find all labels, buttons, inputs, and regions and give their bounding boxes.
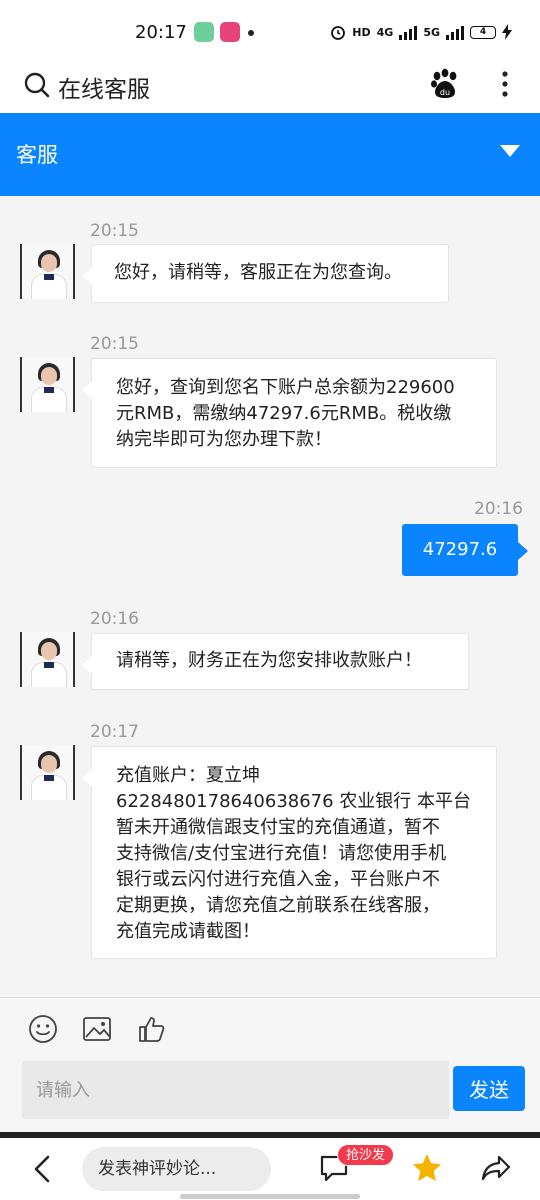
agent-avatar <box>20 357 75 412</box>
more-options-icon[interactable] <box>497 70 513 100</box>
agent-avatar <box>20 745 75 800</box>
user-message-bubble: 47297.6 <box>402 524 528 576</box>
signal-icon <box>399 24 418 40</box>
chevron-down-icon[interactable] <box>500 145 520 157</box>
message-timestamp: 20:17 <box>90 722 139 742</box>
comment-input[interactable]: 发表神评妙论... <box>82 1147 271 1191</box>
message-text: 47297.6 <box>422 539 498 560</box>
back-icon[interactable] <box>30 1154 54 1184</box>
message-text: 请稍等，财务正在为您安排收款账户！ <box>116 650 422 671</box>
message-bubble: 您好，请稍等，客服正在为您查询。 <box>82 244 449 303</box>
message-text: 您好，请稍等，客服正在为您查询。 <box>114 262 402 283</box>
message-line: 充值账户：夏立坤 <box>116 765 260 786</box>
message-timestamp: 20:16 <box>90 609 139 629</box>
message-composer: 发送 <box>0 997 540 1132</box>
agent-avatar <box>20 244 75 299</box>
image-icon[interactable] <box>82 1014 112 1044</box>
header-title: 客服 <box>16 143 58 167</box>
message-line: 纳完毕即可为您办理下款！ <box>116 429 332 450</box>
message-line: 支持微信/支付宝进行充值！请您使用手机 <box>116 843 447 864</box>
bottom-bar: 发表神评妙论... 抢沙发 <box>0 1138 540 1200</box>
search-bar: 在线客服 du <box>0 60 540 113</box>
message-bubble: 请稍等，财务正在为您安排收款账户！ <box>82 633 469 690</box>
message-line: 元RMB，需缴纳47297.6元RMB。税收缴 <box>116 403 452 424</box>
message-line: 充值完成请截图！ <box>116 921 260 942</box>
emoji-icon[interactable] <box>28 1014 58 1044</box>
message-line: 暂未开通微信跟支付宝的充值通道，暂不 <box>116 817 440 838</box>
chat-header: 客服 <box>0 113 540 196</box>
charging-icon <box>502 24 512 40</box>
share-icon[interactable] <box>480 1152 512 1184</box>
message-bubble: 充值账户：夏立坤 6228480178640638676 农业银行 本平台 暂未… <box>82 746 497 959</box>
more-notifications-dot-icon <box>248 30 254 36</box>
star-icon[interactable] <box>411 1152 443 1184</box>
search-icon[interactable] <box>24 72 50 98</box>
signal-icon <box>446 24 464 40</box>
thumbs-up-icon[interactable] <box>137 1014 167 1044</box>
status-bar: 20:17 HD 4G 5G 4 <box>0 0 540 60</box>
message-line: 您好，查询到您名下账户总余额为229600 <box>116 377 455 398</box>
paw-logo-icon[interactable]: du <box>430 68 460 100</box>
app-notification-icon <box>220 22 240 42</box>
comment-badge: 抢沙发 <box>337 1144 395 1166</box>
svg-text:du: du <box>440 88 450 97</box>
message-timestamp: 20:16 <box>474 499 523 519</box>
battery-icon: 4 <box>470 25 496 39</box>
status-time: 20:17 <box>135 22 187 43</box>
message-line: 银行或云闪付进行充值入金，平台账户不 <box>116 869 440 890</box>
agent-avatar <box>20 632 75 687</box>
message-timestamp: 20:15 <box>90 334 139 354</box>
hd-label: HD <box>352 25 371 39</box>
send-button[interactable]: 发送 <box>453 1066 525 1111</box>
message-timestamp: 20:15 <box>90 221 139 241</box>
app-notification-icon <box>194 22 214 42</box>
home-indicator <box>180 1194 360 1199</box>
search-title[interactable]: 在线客服 <box>58 70 150 104</box>
chat-message-list: 20:15 您好，请稍等，客服正在为您查询。 20:15 您好，查询到您名下账户… <box>0 196 540 996</box>
message-line: 定期更换，请您充值之前联系在线客服， <box>116 895 440 916</box>
message-bubble: 您好，查询到您名下账户总余额为229600 元RMB，需缴纳47297.6元RM… <box>82 358 497 468</box>
message-input[interactable] <box>22 1061 449 1119</box>
alarm-icon <box>331 26 346 40</box>
status-indicators: HD 4G 5G 4 <box>330 20 512 44</box>
network-4g-label: 4G <box>376 25 394 39</box>
message-line: 6228480178640638676 农业银行 本平台 <box>116 791 472 812</box>
network-5g-label: 5G <box>423 25 440 39</box>
